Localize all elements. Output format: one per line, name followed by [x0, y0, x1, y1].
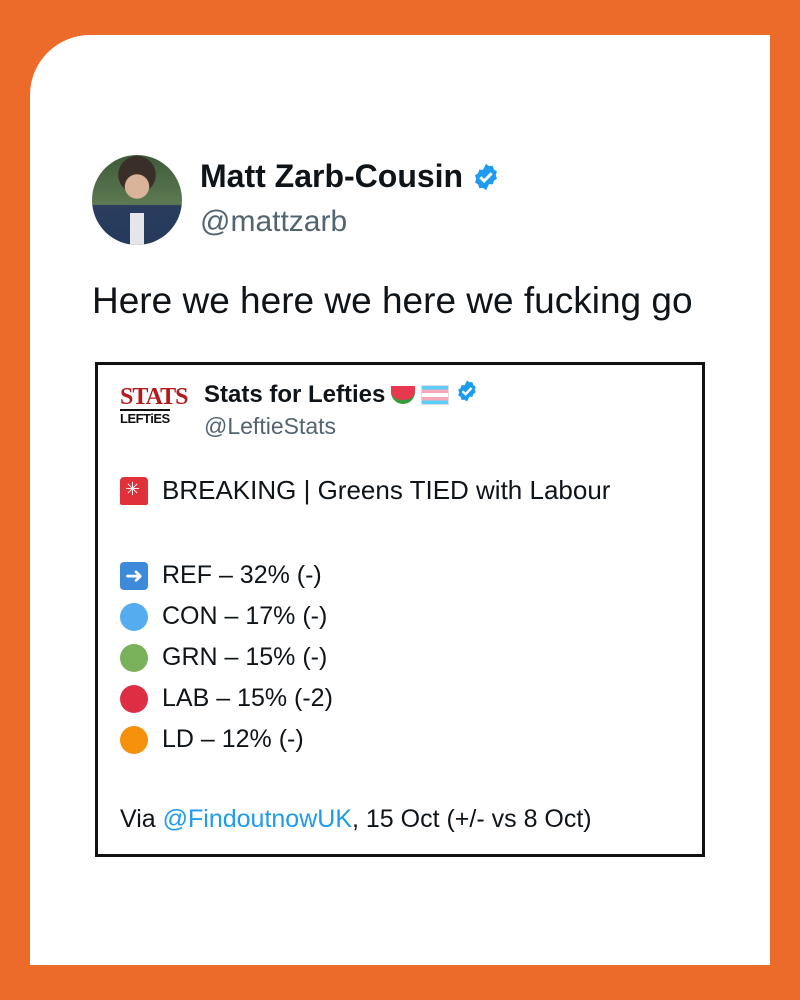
source-line: Via @FindoutnowUK, 15 Oct (+/- vs 8 Oct) — [120, 805, 592, 834]
blue-circle-icon — [120, 602, 148, 631]
watermelon-icon — [391, 385, 416, 404]
source-suffix: , 15 Oct (+/- vs 8 Oct) — [352, 805, 592, 833]
stats-for-lefties-logo: STATS LEFTiES — [120, 384, 188, 426]
source-prefix: Via — [120, 805, 163, 833]
poll-row-label: GRN – 15% (-) — [162, 643, 328, 671]
verified-badge-icon — [455, 379, 479, 410]
green-circle-icon — [120, 643, 148, 672]
findoutnow-link[interactable]: @FindoutnowUK — [163, 805, 352, 833]
trans-flag-icon — [421, 384, 450, 405]
quoted-tweet[interactable]: STATS LEFTiES Stats for Lefties @LeftieS… — [95, 362, 705, 857]
quoted-author-handle: @LeftieStats — [204, 413, 337, 439]
author-name[interactable]: Matt Zarb-Cousin — [200, 158, 463, 195]
orange-circle-icon — [120, 725, 148, 754]
poll-row-label: LAB – 15% (-2) — [162, 684, 333, 712]
headline-text: BREAKING | Greens TIED with Labour — [162, 475, 611, 505]
siren-icon — [120, 476, 148, 505]
poll-row-label: REF – 32% (-) — [162, 561, 322, 589]
verified-badge-icon — [471, 162, 501, 192]
poll-row-lab: LAB – 15% (-2) — [120, 678, 333, 719]
poll-row-label: CON – 17% (-) — [162, 602, 328, 630]
red-circle-icon — [120, 684, 148, 713]
tweet-text: Here we here we here we fucking go — [92, 280, 693, 321]
quoted-author-name: Stats for Lefties — [204, 380, 386, 408]
poll-list: ➜ REF – 32% (-) CON – 17% (-) GRN – 15% … — [120, 555, 333, 760]
author-name-row: Matt Zarb-Cousin — [200, 158, 501, 195]
poll-row-label: LD – 12% (-) — [162, 725, 304, 753]
poll-row-grn: GRN – 15% (-) — [120, 637, 333, 678]
poll-row-ld: LD – 12% (-) — [120, 719, 333, 760]
headline-row: BREAKING | Greens TIED with Labour — [120, 475, 610, 506]
poll-row-ref: ➜ REF – 32% (-) — [120, 555, 333, 596]
arrow-right-icon: ➜ — [120, 561, 148, 590]
quoted-author-name-row: Stats for Lefties — [204, 379, 479, 410]
author-handle[interactable]: @mattzarb — [200, 205, 347, 239]
poll-row-con: CON – 17% (-) — [120, 596, 333, 637]
avatar[interactable] — [92, 155, 182, 245]
